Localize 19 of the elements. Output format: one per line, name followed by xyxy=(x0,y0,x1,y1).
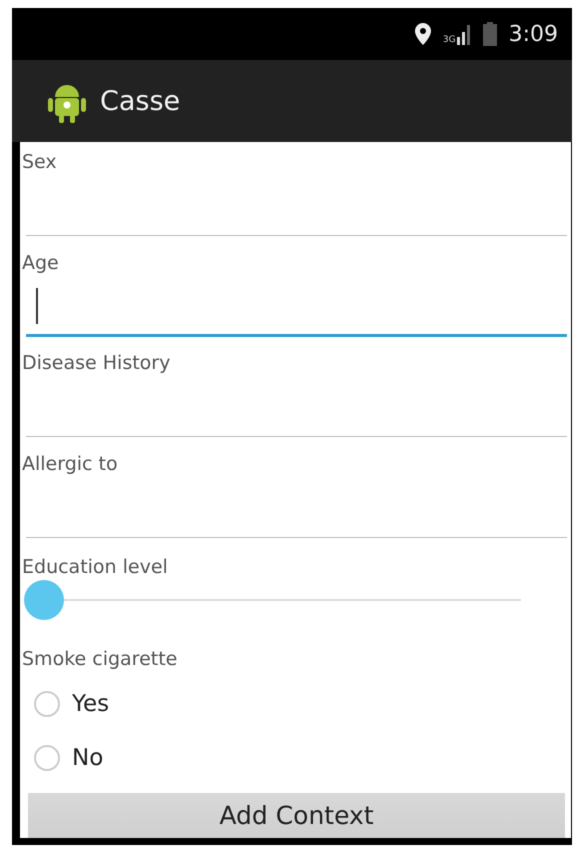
slider-thumb[interactable] xyxy=(24,580,64,620)
radio-group-label: Smoke cigarette xyxy=(21,648,178,671)
app-title: Casse xyxy=(100,86,180,116)
field-label: Disease History xyxy=(21,352,170,376)
radio-button[interactable] xyxy=(34,690,60,717)
battery-icon xyxy=(482,22,497,46)
radio-label[interactable]: No xyxy=(72,744,104,771)
field-label: Age xyxy=(21,252,59,275)
location-pin-icon xyxy=(414,23,431,45)
status-time: 3:09 xyxy=(508,22,558,46)
text-cursor xyxy=(36,288,38,324)
field-label: Sex xyxy=(21,151,57,174)
field-label: Allergic to xyxy=(21,453,118,476)
network-type: 3G xyxy=(442,36,456,45)
add-context-button[interactable]: Add Context xyxy=(28,792,565,838)
radio-button[interactable] xyxy=(34,744,60,771)
signal-icon xyxy=(456,23,471,45)
slider-label: Education level xyxy=(21,556,168,579)
radio-label[interactable]: Yes xyxy=(72,690,110,717)
